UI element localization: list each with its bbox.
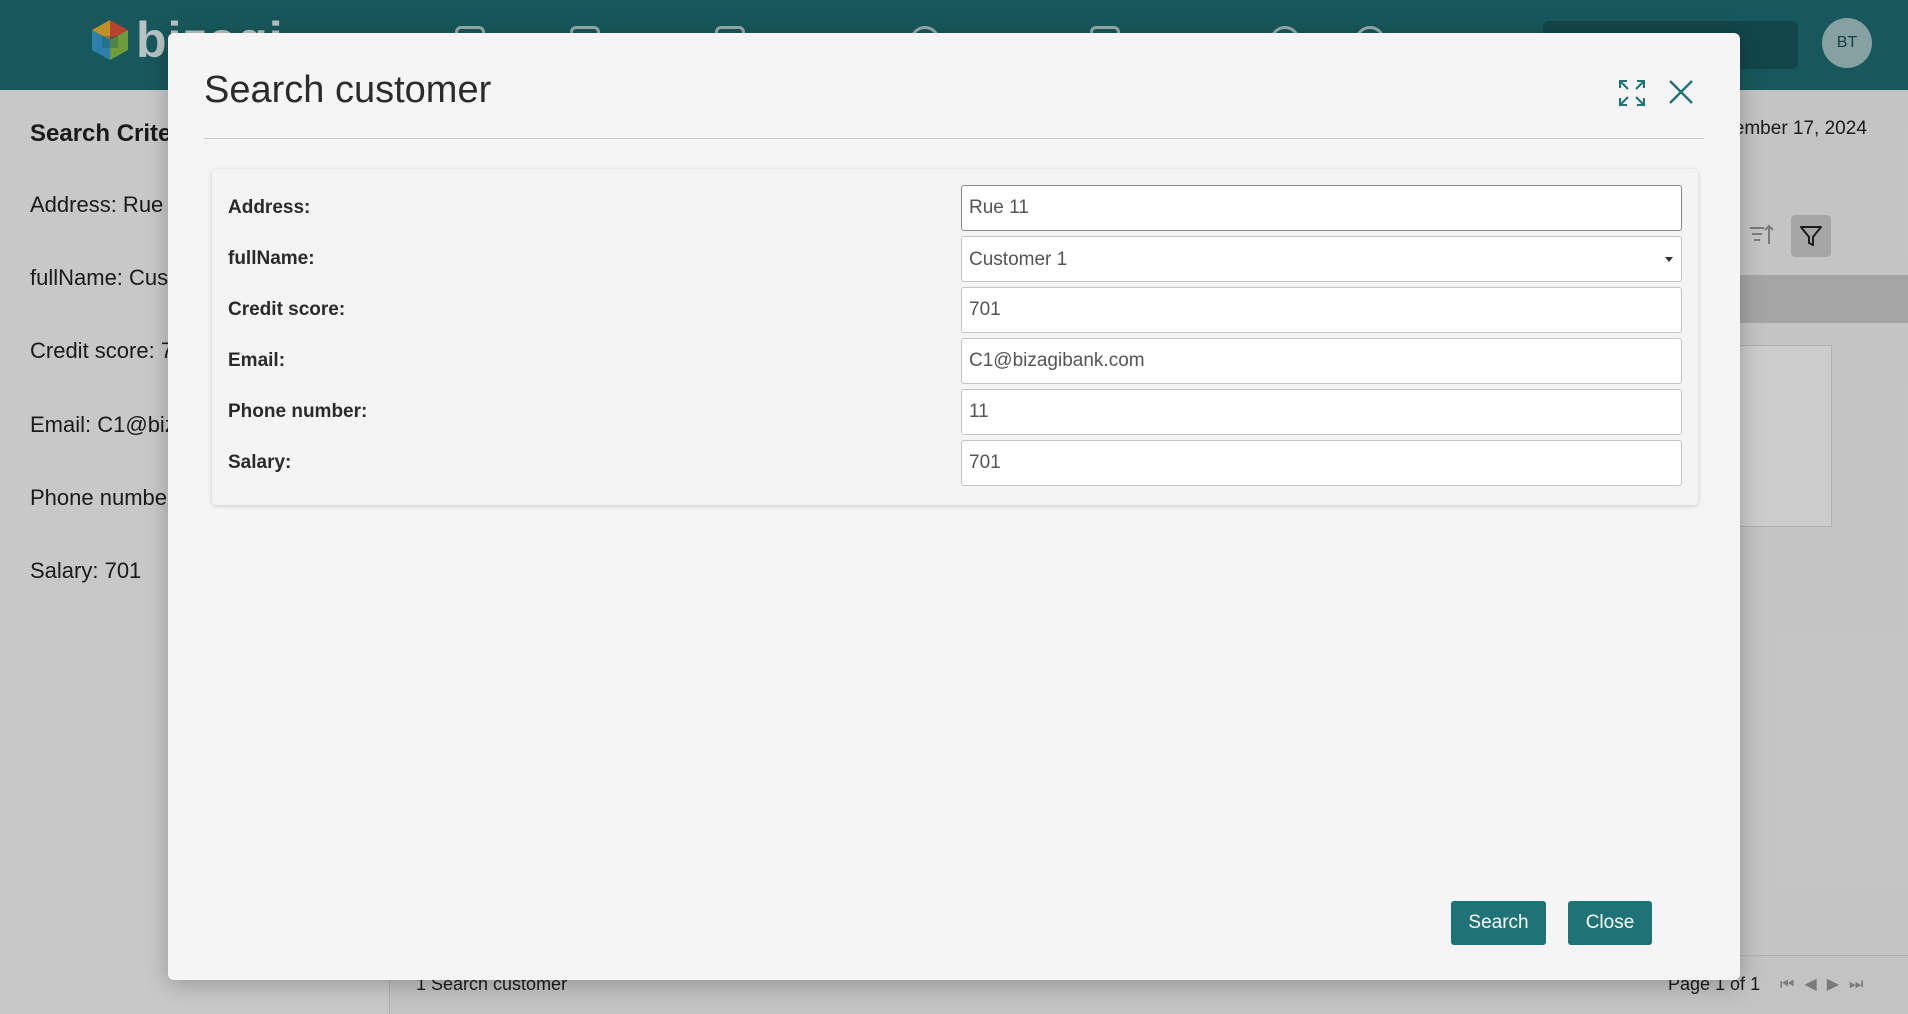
- expand-icon[interactable]: [1617, 78, 1647, 108]
- close-button[interactable]: Close: [1568, 901, 1652, 945]
- search-button[interactable]: Search: [1451, 901, 1546, 945]
- form-row-credit-score: Credit score:: [212, 287, 1698, 333]
- salary-input[interactable]: [961, 440, 1682, 486]
- form-row-phone: Phone number:: [212, 389, 1698, 435]
- credit-score-label: Credit score:: [228, 299, 346, 320]
- fullname-select[interactable]: Customer 1: [961, 236, 1682, 282]
- form-row-fullname: fullName: Customer 1: [212, 236, 1698, 282]
- email-label: Email:: [228, 350, 286, 371]
- phone-input[interactable]: [961, 389, 1682, 435]
- form-row-address: Address:: [212, 185, 1698, 231]
- form-row-email: Email:: [212, 338, 1698, 384]
- address-label: Address:: [228, 197, 311, 218]
- close-icon[interactable]: [1666, 77, 1696, 107]
- dialog-title: Search customer: [204, 69, 492, 111]
- phone-label: Phone number:: [228, 401, 368, 422]
- email-input[interactable]: [961, 338, 1682, 384]
- fullname-selected-value: Customer 1: [969, 249, 1068, 270]
- fullname-label: fullName:: [228, 248, 315, 269]
- search-customer-dialog: Search customer Address: fullName: Custo…: [168, 33, 1740, 980]
- address-input[interactable]: [961, 185, 1682, 231]
- chevron-down-icon[interactable]: [1665, 257, 1673, 262]
- dialog-divider: [204, 138, 1704, 139]
- salary-label: Salary:: [228, 452, 292, 473]
- form-row-salary: Salary:: [212, 440, 1698, 486]
- search-form: Address: fullName: Customer 1 Credit sco…: [212, 169, 1698, 505]
- credit-score-input[interactable]: [961, 287, 1682, 333]
